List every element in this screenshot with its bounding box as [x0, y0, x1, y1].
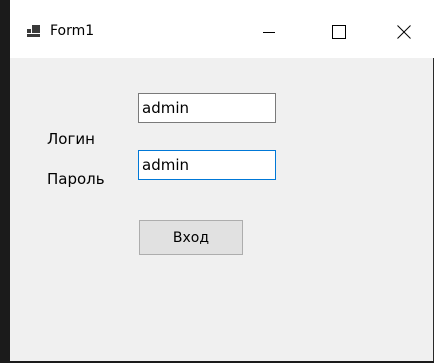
close-button[interactable] — [381, 14, 427, 50]
close-icon — [397, 25, 411, 39]
password-label: Пароль — [47, 170, 105, 188]
form-window: Form1 Логин Пароль Вход — [10, 0, 434, 361]
minimize-button[interactable] — [246, 14, 292, 50]
login-input[interactable] — [138, 93, 276, 123]
maximize-button[interactable] — [316, 14, 362, 50]
password-input[interactable] — [138, 150, 276, 180]
windows-form-icon — [27, 25, 40, 37]
login-label: Логин — [47, 130, 95, 148]
window-title: Form1 — [50, 23, 95, 39]
title-bar[interactable]: Form1 — [10, 0, 434, 58]
maximize-icon — [332, 25, 346, 39]
minimize-icon — [263, 32, 275, 33]
login-submit-button[interactable]: Вход — [139, 220, 243, 255]
